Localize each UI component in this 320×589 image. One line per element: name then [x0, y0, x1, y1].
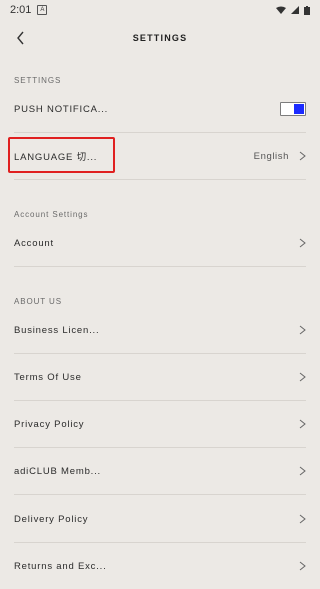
header: SETTINGS [0, 20, 320, 56]
adiclub-membership-row[interactable]: adiCLUB Memb... [14, 448, 306, 495]
delivery-policy-row[interactable]: Delivery Policy [14, 496, 306, 543]
status-bar: 2:01 A [0, 0, 320, 20]
battery-icon [304, 5, 310, 15]
back-arrow-icon[interactable] [14, 29, 28, 47]
toggle-knob [294, 104, 304, 114]
chevron-right-icon [299, 372, 306, 382]
push-notifications-label: PUSH NOTIFICA... [14, 103, 109, 115]
chevron-right-icon [299, 325, 306, 335]
delivery-policy-label: Delivery Policy [14, 513, 89, 525]
push-notifications-row: PUSH NOTIFICA... [14, 86, 306, 133]
terms-of-use-row[interactable]: Terms Of Use [14, 354, 306, 401]
business-license-row[interactable]: Business Licen... [14, 307, 306, 354]
language-value: English [253, 150, 289, 162]
signal-icon [291, 6, 299, 14]
returns-exchanges-label: Returns and Exc... [14, 560, 107, 572]
business-license-label: Business Licen... [14, 324, 100, 336]
section-title-account: Account Settings [14, 210, 89, 219]
language-row[interactable]: LANGUAGE 切... English [14, 133, 306, 180]
section-title-settings: SETTINGS [14, 76, 62, 85]
chevron-right-icon [299, 466, 306, 476]
chevron-right-icon [299, 151, 306, 161]
language-label: LANGUAGE 切... [14, 152, 98, 163]
page-title: SETTINGS [132, 33, 188, 43]
chevron-right-icon [299, 514, 306, 524]
account-row[interactable]: Account [14, 220, 306, 267]
wifi-icon [276, 6, 286, 14]
status-time: 2:01 [10, 4, 32, 16]
terms-of-use-label: Terms Of Use [14, 371, 82, 383]
chevron-right-icon [299, 419, 306, 429]
account-label: Account [14, 237, 54, 249]
privacy-policy-row[interactable]: Privacy Policy [14, 401, 306, 448]
privacy-policy-label: Privacy Policy [14, 418, 85, 430]
chevron-right-icon [299, 238, 306, 248]
push-notifications-toggle[interactable] [280, 102, 306, 116]
adiclub-membership-label: adiCLUB Memb... [14, 465, 101, 477]
notification-icon: A [37, 5, 48, 15]
returns-exchanges-row[interactable]: Returns and Exc... [14, 543, 306, 589]
section-title-about: ABOUT US [14, 297, 62, 306]
chevron-right-icon [299, 561, 306, 571]
